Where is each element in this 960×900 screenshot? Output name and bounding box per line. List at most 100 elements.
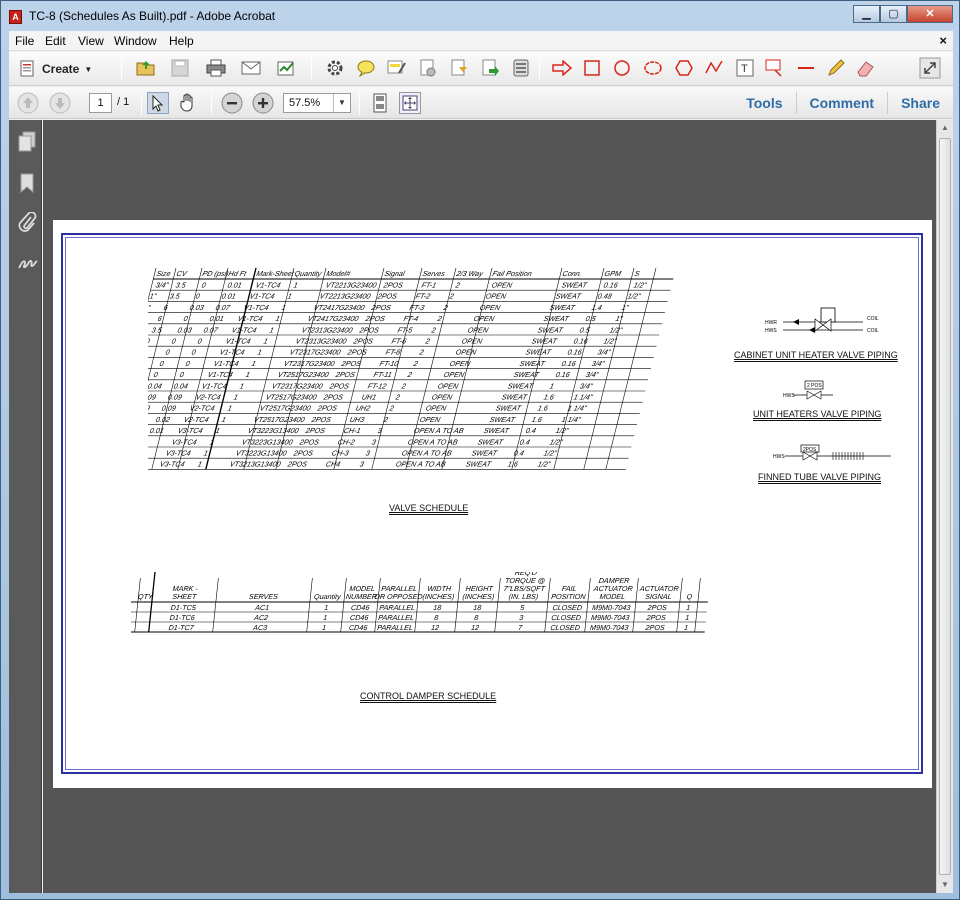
table-cell: 2	[436, 314, 443, 323]
table-cell: 1	[323, 613, 328, 622]
attachment-icon[interactable]	[17, 211, 37, 232]
comment-icon[interactable]	[355, 57, 377, 79]
table-cell: M9M0-7043	[592, 603, 631, 612]
table-cell: 0.03	[189, 303, 205, 312]
scrollbar-thumb[interactable]	[939, 138, 951, 875]
zoom-out-icon[interactable]	[221, 92, 243, 114]
table-cell: OPEN	[419, 415, 442, 424]
menu-edit[interactable]: Edit	[45, 34, 66, 48]
page-number-input[interactable]: 1	[89, 93, 112, 113]
zoom-in-icon[interactable]	[252, 92, 274, 114]
select-tool-icon[interactable]	[147, 92, 169, 114]
stamp-icon[interactable]	[448, 57, 470, 79]
scroll-down-icon[interactable]: ▼	[941, 880, 949, 889]
line-icon[interactable]	[795, 57, 817, 79]
signature-icon[interactable]	[17, 252, 38, 272]
table-cell: 3/4"	[597, 348, 612, 357]
previous-page-icon[interactable]	[17, 92, 39, 114]
open-folder-icon[interactable]	[135, 57, 157, 79]
menu-help[interactable]: Help	[169, 34, 194, 48]
table-cell: CH-2	[337, 437, 356, 446]
menu-window[interactable]: Window	[114, 34, 157, 48]
acrobat-icon: A	[9, 10, 22, 24]
pencil-icon[interactable]	[825, 57, 847, 79]
export-icon[interactable]	[479, 57, 501, 79]
table-cell: 0.04	[148, 381, 163, 390]
arrow-icon[interactable]	[551, 57, 573, 79]
zoom-select[interactable]: 57.5% ▼	[283, 93, 351, 113]
scroll-up-icon[interactable]: ▲	[941, 123, 949, 132]
pages-icon[interactable]	[17, 131, 37, 152]
table-cell: 1.6	[543, 393, 556, 402]
table-cell: VT2317G23400	[271, 381, 324, 390]
table-cell: CLOSED	[551, 613, 581, 622]
vertical-scrollbar[interactable]: ▲ ▼	[936, 120, 953, 893]
text-callout-icon[interactable]	[764, 57, 786, 79]
table-cell: SWEAT	[513, 370, 541, 379]
settings-icon[interactable]	[324, 57, 346, 79]
table-cell: V1-TC4	[249, 292, 276, 301]
menu-view[interactable]: View	[78, 34, 104, 48]
connected-lines-icon[interactable]	[703, 57, 725, 79]
table-cell: 0.16	[561, 359, 578, 368]
fit-window-icon[interactable]	[399, 92, 421, 114]
maximize-button[interactable]: ▢	[880, 5, 907, 23]
close-window-button[interactable]: ✕	[907, 5, 953, 23]
cloud-icon[interactable]	[642, 57, 664, 79]
close-document-button[interactable]: ×	[939, 33, 947, 48]
menu-bar: File Edit View Window Help ×	[9, 31, 953, 51]
oval-icon[interactable]	[611, 57, 633, 79]
table-cell: V3-TC4	[171, 437, 198, 446]
attach-file-icon[interactable]	[417, 57, 439, 79]
table-cell: 0.16	[567, 348, 584, 357]
share-link[interactable]: Share	[887, 92, 953, 114]
table-cell: 0	[197, 337, 203, 346]
table-cell: CH-1	[343, 426, 362, 435]
table-cell: 0	[185, 359, 191, 368]
title-bar[interactable]: A TC-8 (Schedules As Built).pdf - Adobe …	[1, 1, 959, 31]
table-cell: 1	[257, 348, 263, 357]
bookmark-icon[interactable]	[17, 172, 37, 194]
comment-link[interactable]: Comment	[795, 92, 888, 114]
minimize-button[interactable]: ▁	[853, 5, 880, 23]
chevron-down-icon[interactable]: ▼	[333, 94, 350, 112]
save-icon[interactable]	[169, 57, 191, 79]
table-cell: 2	[454, 281, 461, 290]
zoom-value: 57.5%	[289, 97, 321, 109]
polygon-icon[interactable]	[673, 57, 695, 79]
table-header-cell: SIGNAL	[645, 592, 672, 601]
table-cell: 1	[221, 415, 227, 424]
text-box-icon[interactable]: T	[734, 57, 756, 79]
table-cell: 3	[365, 449, 371, 458]
create-dropdown-icon: ▼	[84, 64, 93, 74]
table-rule	[494, 578, 501, 632]
table-cell: 2	[418, 348, 425, 357]
table-header-cell: Q	[686, 592, 693, 601]
cabinet-heater-caption: CABINET UNIT HEATER VALVE PIPING	[734, 350, 898, 360]
eraser-icon[interactable]	[855, 57, 877, 79]
print-production-icon[interactable]	[510, 57, 532, 79]
table-cell: SWEAT	[489, 415, 517, 424]
fit-page-scroll-icon[interactable]	[369, 92, 391, 114]
table-cell: 0.16	[573, 337, 590, 346]
create-button[interactable]: Create ▼	[19, 58, 92, 80]
next-page-icon[interactable]	[49, 92, 71, 114]
table-cell: 2	[388, 404, 395, 413]
table-cell: V2-TC4	[195, 393, 222, 402]
table-cell: SWEAT	[501, 393, 529, 402]
tools-link[interactable]: Tools	[733, 92, 795, 114]
piping-label: HWS	[783, 393, 795, 399]
window-title: TC-8 (Schedules As Built).pdf - Adobe Ac…	[29, 9, 276, 23]
table-cell: 2	[406, 370, 413, 379]
table-cell: V1-TC4	[237, 314, 264, 323]
expand-icon[interactable]	[919, 57, 941, 79]
email-icon[interactable]	[240, 57, 262, 79]
table-cell: 1	[685, 613, 690, 622]
print-icon[interactable]	[205, 57, 227, 79]
table-cell: 1	[275, 314, 281, 323]
hand-tool-icon[interactable]	[177, 92, 199, 114]
sign-icon[interactable]	[275, 57, 297, 79]
rectangle-icon[interactable]	[581, 57, 603, 79]
highlight-icon[interactable]	[386, 57, 408, 79]
menu-file[interactable]: File	[15, 34, 34, 48]
